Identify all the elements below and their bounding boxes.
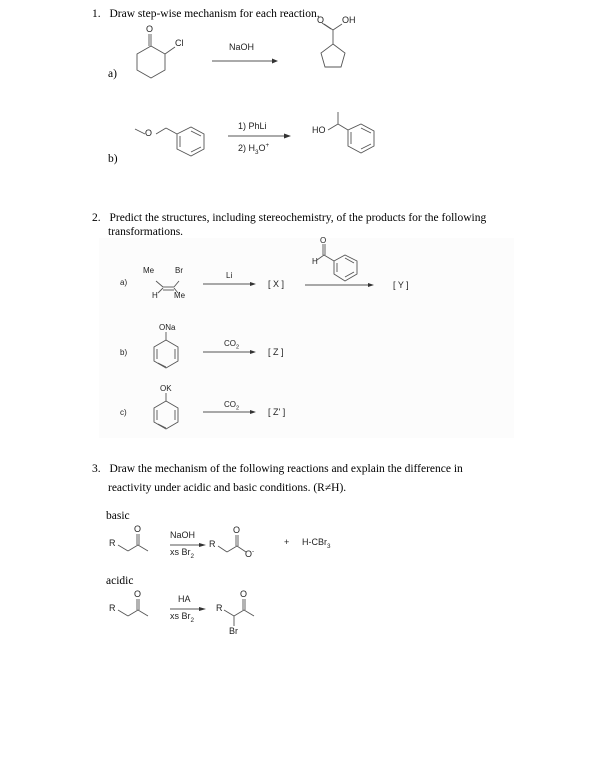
q2b-substituent: ONa (159, 323, 176, 332)
q3-acidic-product-o: O (240, 589, 248, 599)
q2a-me-top: Me (143, 266, 155, 275)
q3-basic-product-r: R (209, 539, 216, 549)
q2b-phenoxide-structure (153, 332, 179, 369)
q2a-intermediate-x: [ X ] (268, 279, 285, 289)
q2-text-line1: Predict the structures, including stereo… (109, 212, 487, 224)
q3-basic-reagent-top: NaOH (170, 530, 196, 540)
cyclohexane-ring (136, 45, 166, 79)
q3-acidic-reactant-r: R (109, 603, 116, 613)
q1a-product-structure (320, 22, 346, 68)
q3-acidic-product-r: R (216, 603, 223, 613)
q1b-reactant-oxygen: O (145, 128, 153, 138)
q2a-me-bottom: Me (174, 291, 186, 300)
q1a-reactant-oxygen: O (146, 24, 154, 34)
q3-acidic-product-structure (223, 599, 255, 626)
q3-acidic-reagent-bottom: xs Br2 (170, 611, 195, 624)
q3-basic-plus: + (284, 537, 290, 547)
q3-basic-byproduct: H-CBr3 (302, 537, 331, 550)
q3-text-line2: reactivity under acidic and basic condit… (108, 482, 347, 494)
q2c-reagent: CO2 (224, 400, 240, 412)
q2b-label: b) (120, 348, 128, 357)
q3-acidic-reactant-o: O (134, 589, 142, 599)
q2c-label: c) (120, 408, 127, 417)
q2a-bromine: Br (175, 266, 183, 275)
q3-heading: 3. Draw the mechanism of the following r… (92, 462, 463, 477)
q1b-reagent-2: 2) H3O+ (238, 142, 270, 156)
q3-basic-reagent-bottom: xs Br2 (170, 547, 195, 560)
q3-basic-label: basic (106, 510, 130, 522)
structure-drawings (117, 22, 375, 626)
q3-basic-reactant-structure (117, 534, 149, 552)
q3-acidic-label: acidic (106, 575, 134, 587)
cyclopentane-ring (320, 43, 346, 68)
q3-basic-reactant-o: O (134, 524, 142, 534)
q1b-reagent-1: 1) PhLi (238, 121, 267, 131)
q2c-product-z-prime: [ Z' ] (268, 407, 286, 417)
q2c-phenoxide-structure (153, 393, 179, 430)
q2b-reagent: CO2 (224, 339, 240, 351)
q3-acidic-product-br: Br (229, 626, 238, 636)
q3-acidic-reagent-top: HA (178, 594, 191, 604)
q2a-product-y: [ Y ] (393, 280, 409, 290)
q1b-product-structure (327, 112, 375, 154)
q3-text-line1: Draw the mechanism of the following reac… (109, 463, 463, 475)
q2a-hydrogen: H (152, 291, 158, 300)
q3-acidic-reactant-structure (117, 599, 149, 617)
q1a-reactant-chlorine: Cl (175, 38, 184, 48)
q2-text-line2: transformations. (108, 226, 184, 238)
q2b-product-z: [ Z ] (268, 347, 284, 357)
q1a-product-hydroxyl: OH (342, 15, 356, 25)
q3-basic-product-o-minus: O- (245, 548, 255, 559)
benzaldehyde-structure (316, 244, 358, 282)
q1b-product-hydroxyl: HO (312, 125, 326, 135)
q2c-substituent: OK (160, 384, 172, 393)
benzaldehyde-hydrogen: H (312, 257, 318, 266)
q2-number: 2. (92, 212, 101, 224)
q3-number: 3. (92, 463, 101, 475)
q3-basic-product-structure (217, 535, 247, 553)
benzaldehyde-oxygen: O (320, 236, 327, 245)
q1a-reactant-structure (136, 34, 176, 79)
q3-basic-reactant-r: R (109, 538, 116, 548)
q1a-reagent: NaOH (229, 42, 255, 52)
q2-heading: 2. Predict the structures, including ste… (92, 211, 486, 226)
q2a-label: a) (120, 278, 128, 287)
q3-basic-product-o: O (233, 525, 241, 535)
q2a-reagent: Li (226, 271, 233, 280)
q1a-product-oxygen: O (317, 15, 325, 25)
